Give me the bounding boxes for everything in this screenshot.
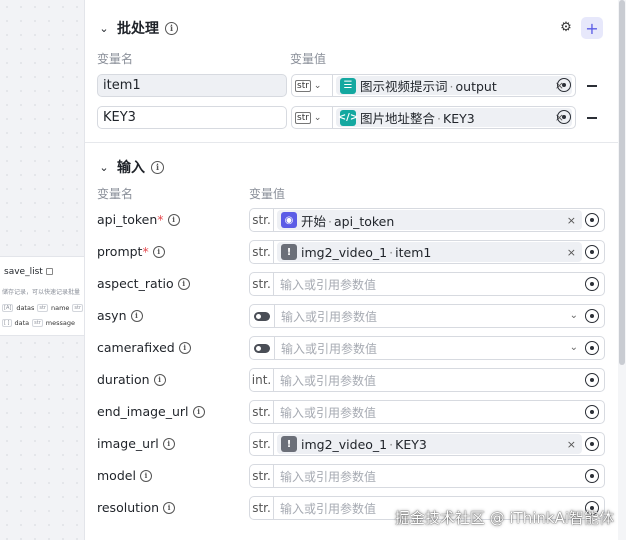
end-image-url-field[interactable]: str. 输入或引用参数值 [249,400,605,424]
watermark: 掘金技术社区 @ iThinkAi智能体 [394,509,614,527]
aspect-ratio-field[interactable]: str. 输入或引用参数值 [249,272,605,296]
param-row-aspect-ratio: aspect_ratio i str. 输入或引用参数值 [97,272,617,296]
param-row-api-token: api_token * i str. ◉ 开始 · api_token × [97,208,617,232]
target-icon[interactable] [585,341,599,355]
param-row-camerafixed: camerafixed i 输入或引用参数值 ⌄ [97,336,617,360]
layers-icon: ☰ [340,77,356,94]
chevron-down-icon[interactable]: ⌄ [97,160,111,174]
batch-type-select[interactable]: str ⌄ [291,106,333,129]
node-status-icon [45,268,53,275]
toggle-icon[interactable] [254,343,270,353]
workflow-canvas[interactable]: save_list 储存记录，可以快速记录批量 [A] datas str name… [0,0,84,540]
gear-icon[interactable]: ⚙ [559,21,573,35]
save-list-node[interactable]: save_list 储存记录，可以快速记录批量 [A] datas str name… [0,256,84,336]
clear-icon[interactable]: × [567,246,576,259]
info-icon[interactable]: i [178,341,191,354]
model-field[interactable]: str. 输入或引用参数值 [249,464,605,488]
param-row-asyn: asyn i 输入或引用参数值 ⌄ [97,304,617,328]
chevron-down-icon: ⌄ [313,112,322,123]
target-icon[interactable] [585,405,599,419]
batch-var-name-input[interactable]: KEY3 [97,106,287,129]
target-icon[interactable] [585,437,599,451]
info-icon[interactable]: i [163,501,176,514]
prompt-field[interactable]: str. ! img2_video_1 · item1 × [249,240,605,264]
start-node-icon: ◉ [281,212,297,228]
param-row-end-image-url: end_image_url i str. 输入或引用参数值 [97,400,617,424]
remove-row-button[interactable] [587,117,597,119]
param-row-model: model i str. 输入或引用参数值 [97,464,617,488]
node-desc: 储存记录，可以快速记录批量 [2,289,81,296]
node-config-panel: ⌄ 批处理 i ⚙ + 变量名 变量值 item1 str ⌄ ☰ 图示视频提示词… [84,0,626,540]
section-divider [85,142,619,143]
warning-icon: ! [281,244,297,260]
ref-chip[interactable]: ! img2_video_1 · KEY3 × [277,434,582,454]
api-token-field[interactable]: str. ◉ 开始 · api_token × [249,208,605,232]
input-col-name: 变量名 [97,187,134,201]
duration-field[interactable]: int. 输入或引用参数值 [249,368,605,392]
batch-type-select[interactable]: str ⌄ [291,74,333,97]
info-icon[interactable]: i [167,213,180,226]
ref-chip[interactable]: ◉ 开始 · api_token × [277,210,582,230]
target-icon[interactable] [585,277,599,291]
batch-ref-field[interactable]: </> 图片地址整合 · KEY3 × [332,106,576,129]
chevron-down-icon[interactable]: ⌄ [97,21,111,35]
camerafixed-field[interactable]: 输入或引用参数值 ⌄ [249,336,605,360]
target-icon[interactable] [585,245,599,259]
info-icon[interactable]: i [130,309,143,322]
image-url-field[interactable]: str. ! img2_video_1 · KEY3 × [249,432,605,456]
add-batch-variable-button[interactable]: + [581,17,603,39]
node-output-row: [ ] data str message [2,319,75,327]
chevron-down-icon[interactable]: ⌄ [570,310,578,321]
target-icon[interactable] [585,309,599,323]
param-row-prompt: prompt * i str. ! img2_video_1 · item1 × [97,240,617,264]
info-icon[interactable]: i [162,437,175,450]
scrollbar-thumb[interactable] [619,0,625,365]
input-section-header[interactable]: ⌄ 输入 i [97,157,164,177]
input-col-value: 变量值 [249,187,286,201]
scrollbar-track[interactable] [618,0,626,540]
target-icon[interactable] [585,213,599,227]
target-icon[interactable] [585,373,599,387]
batch-ref-field[interactable]: ☰ 图示视频提示词 · output × [332,74,576,97]
target-icon[interactable] [585,469,599,483]
warning-icon: ! [281,436,297,452]
toggle-icon[interactable] [254,311,270,321]
input-title: 输入 [117,160,145,176]
info-icon[interactable]: i [153,373,166,386]
asyn-field[interactable]: 输入或引用参数值 ⌄ [249,304,605,328]
info-icon[interactable]: i [192,405,205,418]
batch-col-name: 变量名 [97,52,134,66]
batch-col-value: 变量值 [290,52,327,66]
ref-chip[interactable]: ☰ 图示视频提示词 · output × [336,76,572,95]
info-icon[interactable]: i [152,245,165,258]
node-output-row: [A] datas str name str [2,304,84,312]
clear-icon[interactable]: × [567,438,576,451]
target-icon[interactable] [557,78,571,92]
target-icon[interactable] [557,110,571,124]
ref-chip[interactable]: </> 图片地址整合 · KEY3 × [336,108,572,127]
batch-section-header[interactable]: ⌄ 批处理 i [97,18,178,38]
info-icon[interactable]: i [177,277,190,290]
chevron-down-icon[interactable]: ⌄ [570,342,578,353]
info-icon[interactable]: i [151,160,164,174]
info-icon[interactable]: i [139,469,152,482]
node-title: save_list [4,267,53,277]
param-row-duration: duration i int. 输入或引用参数值 [97,368,617,392]
code-icon: </> [338,109,358,126]
batch-var-name-input[interactable]: item1 [97,74,287,97]
batch-title: 批处理 [117,21,159,37]
info-icon[interactable]: i [165,21,178,35]
remove-row-button[interactable] [587,85,597,87]
clear-icon[interactable]: × [567,214,576,227]
param-row-image-url: image_url i str. ! img2_video_1 · KEY3 × [97,432,617,456]
ref-chip[interactable]: ! img2_video_1 · item1 × [277,242,582,262]
chevron-down-icon: ⌄ [313,80,322,91]
